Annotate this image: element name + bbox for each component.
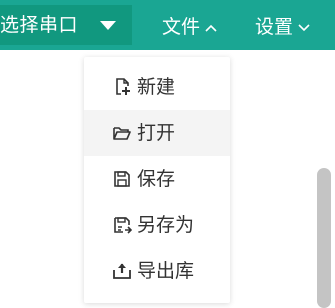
save-as-icon (112, 215, 133, 235)
file-dropdown-menu: 新建 打开 保存 另存为 导出库 (84, 57, 230, 303)
settings-menu[interactable]: 设置 (255, 0, 310, 50)
menu-item-label: 另存为 (137, 214, 195, 236)
menu-item-save-as[interactable]: 另存为 (84, 202, 230, 248)
export-icon (112, 261, 132, 281)
menu-item-open[interactable]: 打开 (84, 110, 230, 156)
caret-down-icon (100, 21, 116, 30)
top-toolbar: 选择串口 文件 设置 (0, 0, 335, 50)
serial-port-select-label: 选择串口 (0, 14, 79, 36)
file-menu[interactable]: 文件 (162, 0, 217, 50)
serial-port-select[interactable]: 选择串口 (0, 5, 132, 45)
menu-item-export[interactable]: 导出库 (84, 248, 230, 294)
menu-item-label: 保存 (137, 168, 176, 190)
chevron-down-icon (298, 15, 310, 37)
save-icon (112, 169, 132, 189)
file-plus-icon (112, 77, 132, 97)
scrollbar[interactable] (317, 168, 331, 308)
settings-menu-label: 设置 (255, 15, 294, 38)
file-menu-label: 文件 (162, 15, 201, 38)
chevron-up-icon (205, 15, 217, 37)
folder-open-icon (112, 123, 132, 143)
menu-item-save[interactable]: 保存 (84, 156, 230, 202)
menu-item-label: 新建 (137, 76, 176, 98)
menu-item-new[interactable]: 新建 (84, 64, 230, 110)
menu-item-label: 导出库 (137, 260, 195, 282)
menu-item-label: 打开 (137, 122, 176, 144)
